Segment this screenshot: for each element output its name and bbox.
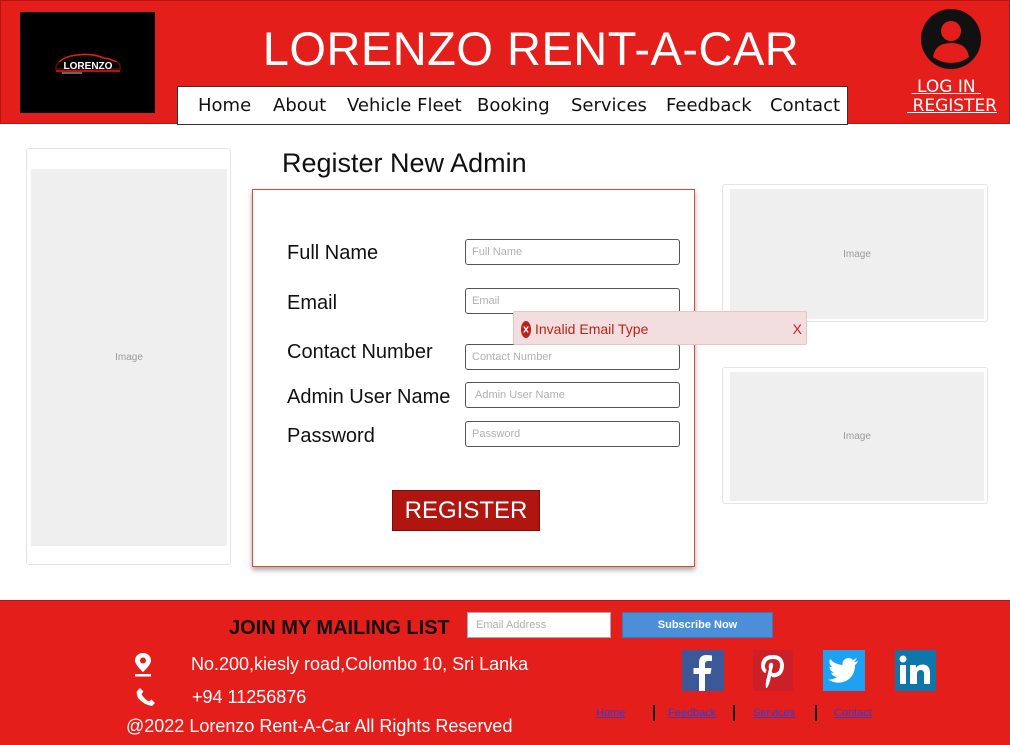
twitter-icon[interactable] — [823, 650, 865, 691]
site-header: LORENZO LORENZO RENT-A-CAR Home About Ve… — [0, 0, 1010, 125]
nav-booking[interactable]: Booking — [477, 95, 550, 116]
image-placeholder: Image — [31, 169, 227, 546]
copyright-text: @2022 Lorenzo Rent-A-Car All Rights Rese… — [126, 716, 513, 736]
right-image-card-bottom: Image — [722, 367, 988, 504]
full-name-label: Full Name — [287, 242, 379, 264]
nav-contact[interactable]: Contact — [770, 95, 840, 116]
login-link[interactable]: LOG IN — [906, 77, 981, 97]
password-input[interactable] — [465, 421, 680, 447]
error-message: Invalid Email Type — [535, 321, 649, 337]
site-footer: JOIN MY MAILING LIST Subscribe Now No.20… — [0, 600, 1010, 745]
error-icon — [521, 321, 531, 338]
footer-link-home[interactable]: Home — [596, 707, 625, 719]
footer-link-feedback[interactable]: Feedback — [668, 707, 716, 719]
logo[interactable]: LORENZO — [20, 12, 155, 113]
left-image-card: Image — [26, 148, 231, 565]
image-placeholder: Image — [730, 189, 984, 319]
newsletter-email-input[interactable] — [467, 612, 611, 638]
facebook-icon[interactable] — [682, 650, 724, 691]
register-link[interactable]: REGISTER — [896, 96, 997, 116]
password-label: Password — [287, 425, 375, 447]
email-label: Email — [287, 292, 338, 314]
page-title: Register New Admin — [282, 148, 527, 178]
phone-text: +94 11256876 — [192, 687, 307, 707]
user-account-icon[interactable] — [921, 9, 981, 69]
footer-link-services[interactable]: Services — [753, 707, 795, 719]
nav-vehicle-fleet[interactable]: Vehicle Fleet — [347, 95, 462, 116]
car-logo-icon: LORENZO — [54, 53, 122, 74]
footer-link-divider — [653, 705, 655, 721]
pinterest-icon[interactable] — [753, 650, 793, 691]
validation-error-popup: Invalid Email Type X — [513, 311, 807, 345]
site-title: LORENZO RENT-A-CAR — [262, 22, 800, 75]
nav-home[interactable]: Home — [198, 95, 251, 116]
contact-number-label: Contact Number — [287, 341, 433, 363]
main-nav: Home About Vehicle Fleet Booking Service… — [177, 86, 848, 125]
nav-about[interactable]: About — [273, 95, 326, 116]
admin-username-input[interactable] — [465, 382, 680, 408]
image-placeholder: Image — [730, 372, 984, 501]
subscribe-button[interactable]: Subscribe Now — [622, 612, 773, 638]
page: LORENZO LORENZO RENT-A-CAR Home About Ve… — [0, 0, 1010, 745]
full-name-input[interactable] — [465, 239, 680, 265]
contact-number-input[interactable] — [465, 344, 680, 370]
location-pin-icon — [135, 653, 151, 677]
nav-services[interactable]: Services — [571, 95, 647, 116]
footer-link-divider — [815, 705, 817, 721]
phone-icon — [136, 688, 155, 706]
register-button[interactable]: REGISTER — [392, 490, 540, 531]
address-text: No.200,kiesly road,Colombo 10, Sri Lanka — [191, 654, 529, 674]
footer-link-contact[interactable]: Contact — [834, 707, 872, 719]
linkedin-icon[interactable] — [895, 650, 936, 691]
close-icon[interactable]: X — [793, 321, 802, 337]
admin-username-label: Admin User Name — [287, 386, 451, 408]
right-image-card-top: Image — [722, 184, 988, 322]
nav-feedback[interactable]: Feedback — [666, 95, 752, 116]
footer-link-divider — [733, 705, 735, 721]
mailing-list-label: JOIN MY MAILING LIST — [229, 617, 450, 639]
